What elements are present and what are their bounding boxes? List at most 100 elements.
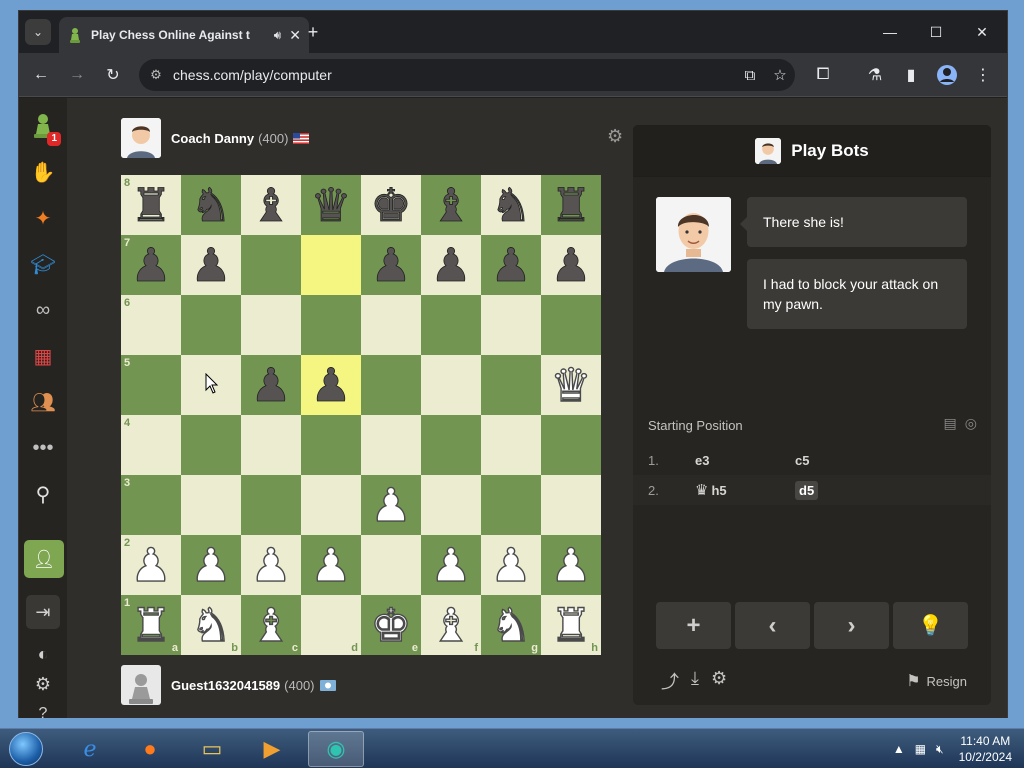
book-icon[interactable]: ▤ [944,415,957,432]
profile-avatar-icon[interactable] [933,61,961,89]
square-e1[interactable]: ♚ e [361,595,421,655]
square-f3[interactable] [421,475,481,535]
square-h8[interactable]: ♜ [541,175,601,235]
black-bishop-icon[interactable]: ♝ [430,182,472,229]
browser-tab[interactable]: Play Chess Online Against t 🔊︎ ✕ [59,17,309,53]
speaker-icon[interactable]: 🔊︎ [274,28,282,43]
start-button[interactable] [4,730,48,768]
black-pawn-icon[interactable]: ♟ [490,242,532,289]
white-pawn-icon[interactable]: ♟ [310,541,353,588]
black-queen-icon[interactable]: ♛ [310,182,352,229]
more-dots-icon[interactable]: ••• [27,432,59,464]
menu-kebab-icon[interactable]: ⋮ [969,61,997,89]
firefox-icon[interactable]: ● [122,731,178,767]
square-c8[interactable]: ♝ [241,175,301,235]
compass-icon[interactable]: ◎ [965,415,977,432]
square-d3[interactable] [301,475,361,535]
black-king-icon[interactable]: ♚ [370,182,412,229]
side-panel-icon[interactable]: ▮ [897,61,925,89]
play-pawn-icon[interactable]: 1 [27,110,61,146]
white-rook-icon[interactable]: ♜ [130,601,173,648]
new-game-plus-button[interactable]: + [656,602,731,649]
resign-button[interactable]: ⚑ Resign [906,671,967,691]
black-pawn-icon[interactable]: ♟ [430,242,472,289]
black-pawn-icon[interactable]: ♟ [370,242,412,289]
square-c1[interactable]: ♝ c [241,595,301,655]
news-icon[interactable]: ▦ [27,340,59,372]
close-window-button[interactable]: ✕ [959,17,1005,47]
square-e8[interactable]: ♚ [361,175,421,235]
black-rook-icon[interactable]: ♜ [550,182,592,229]
square-b6[interactable] [181,295,241,355]
board-settings-gear-icon[interactable]: ⚙ [607,126,623,147]
search-icon[interactable]: ⚲ [27,478,59,510]
white-knight-icon[interactable]: ♞ [490,601,533,648]
square-b7[interactable]: ♟ [181,235,241,295]
white-pawn-icon[interactable]: ♟ [370,481,413,528]
maximize-button[interactable]: ☐ [913,17,959,47]
white-king-icon[interactable]: ♚ [370,601,413,648]
square-d6[interactable] [301,295,361,355]
square-d8[interactable]: ♛ [301,175,361,235]
reload-icon[interactable]: ↻ [99,61,127,89]
new-tab-button[interactable]: + [301,20,325,44]
square-d7[interactable] [301,235,361,295]
square-b8[interactable]: ♞ [181,175,241,235]
white-pawn-icon[interactable]: ♟ [550,541,593,588]
square-a3[interactable]: 3 [121,475,181,535]
square-f2[interactable]: ♟ [421,535,481,595]
white-pawn-icon[interactable]: ♟ [490,541,533,588]
square-h5[interactable]: ♛ [541,355,601,415]
black-pawn-icon[interactable]: ♟ [130,242,172,289]
square-a4[interactable]: 4 [121,415,181,475]
black-move[interactable]: c5 [795,453,895,468]
site-info-icon[interactable]: ⚙ [139,67,173,83]
download-icon[interactable]: ⤓ [691,668,699,694]
square-e7[interactable]: ♟ [361,235,421,295]
chess-board[interactable]: ♜ 8 ♞ ♝ ♛ ♚ ♝ ♞ ♜ ♟ 7 ♟ ♟ ♟ ♟ ♟ 6 5 ♟ ♟ ♛ 4 3 ♟ ♟ 2 ♟ ♟ ♟ ♟ ♟ ♟ ♜ 1 a ♞ b ♝ c d… [121,175,601,655]
media-player-icon[interactable]: ▶ [244,731,300,767]
square-a6[interactable]: 6 [121,295,181,355]
tray-arrow-icon[interactable]: ▲ [893,742,905,756]
square-e3[interactable]: ♟ [361,475,421,535]
square-d2[interactable]: ♟ [301,535,361,595]
file-explorer-icon[interactable]: ▭ [184,731,240,767]
square-h1[interactable]: ♜ h [541,595,601,655]
square-a5[interactable]: 5 [121,355,181,415]
tab-close-icon[interactable]: ✕ [289,27,301,44]
square-b1[interactable]: ♞ b [181,595,241,655]
puzzle-piece-icon[interactable]: ✦ [27,202,59,234]
square-g3[interactable] [481,475,541,535]
user-avatar[interactable] [121,665,161,705]
square-c5[interactable]: ♟ [241,355,301,415]
social-icon[interactable]: 👥︎ [27,386,59,418]
square-a2[interactable]: ♟ 2 [121,535,181,595]
black-pawn-icon[interactable]: ♟ [550,242,592,289]
back-arrow-icon[interactable]: ← [27,61,55,89]
white-pawn-icon[interactable]: ♟ [190,541,233,588]
black-bishop-icon[interactable]: ♝ [250,182,292,229]
white-bishop-icon[interactable]: ♝ [430,601,473,648]
panel-settings-gear-icon[interactable]: ⚙ [711,668,727,694]
square-f1[interactable]: ♝ f [421,595,481,655]
clock[interactable]: 11:40 AM 10/2/2024 [959,733,1012,765]
white-queen-icon[interactable]: ♛ [550,361,593,408]
black-knight-icon[interactable]: ♞ [490,182,532,229]
square-e2[interactable] [361,535,421,595]
extensions-icon[interactable]: ⧠ [809,61,837,89]
labs-flask-icon[interactable]: ⚗ [861,61,889,89]
square-c3[interactable] [241,475,301,535]
square-g4[interactable] [481,415,541,475]
forward-arrow-icon[interactable]: → [63,61,91,89]
white-pawn-icon[interactable]: ♟ [430,541,473,588]
previous-move-button[interactable]: ‹ [735,602,810,649]
square-g6[interactable] [481,295,541,355]
square-b3[interactable] [181,475,241,535]
black-pawn-icon[interactable]: ♟ [190,242,232,289]
square-h6[interactable] [541,295,601,355]
edge-browser-icon[interactable]: ◉ [308,731,364,767]
settings-gear-icon[interactable]: ⚙ [27,668,59,700]
square-g7[interactable]: ♟ [481,235,541,295]
square-f7[interactable]: ♟ [421,235,481,295]
white-knight-icon[interactable]: ♞ [190,601,233,648]
